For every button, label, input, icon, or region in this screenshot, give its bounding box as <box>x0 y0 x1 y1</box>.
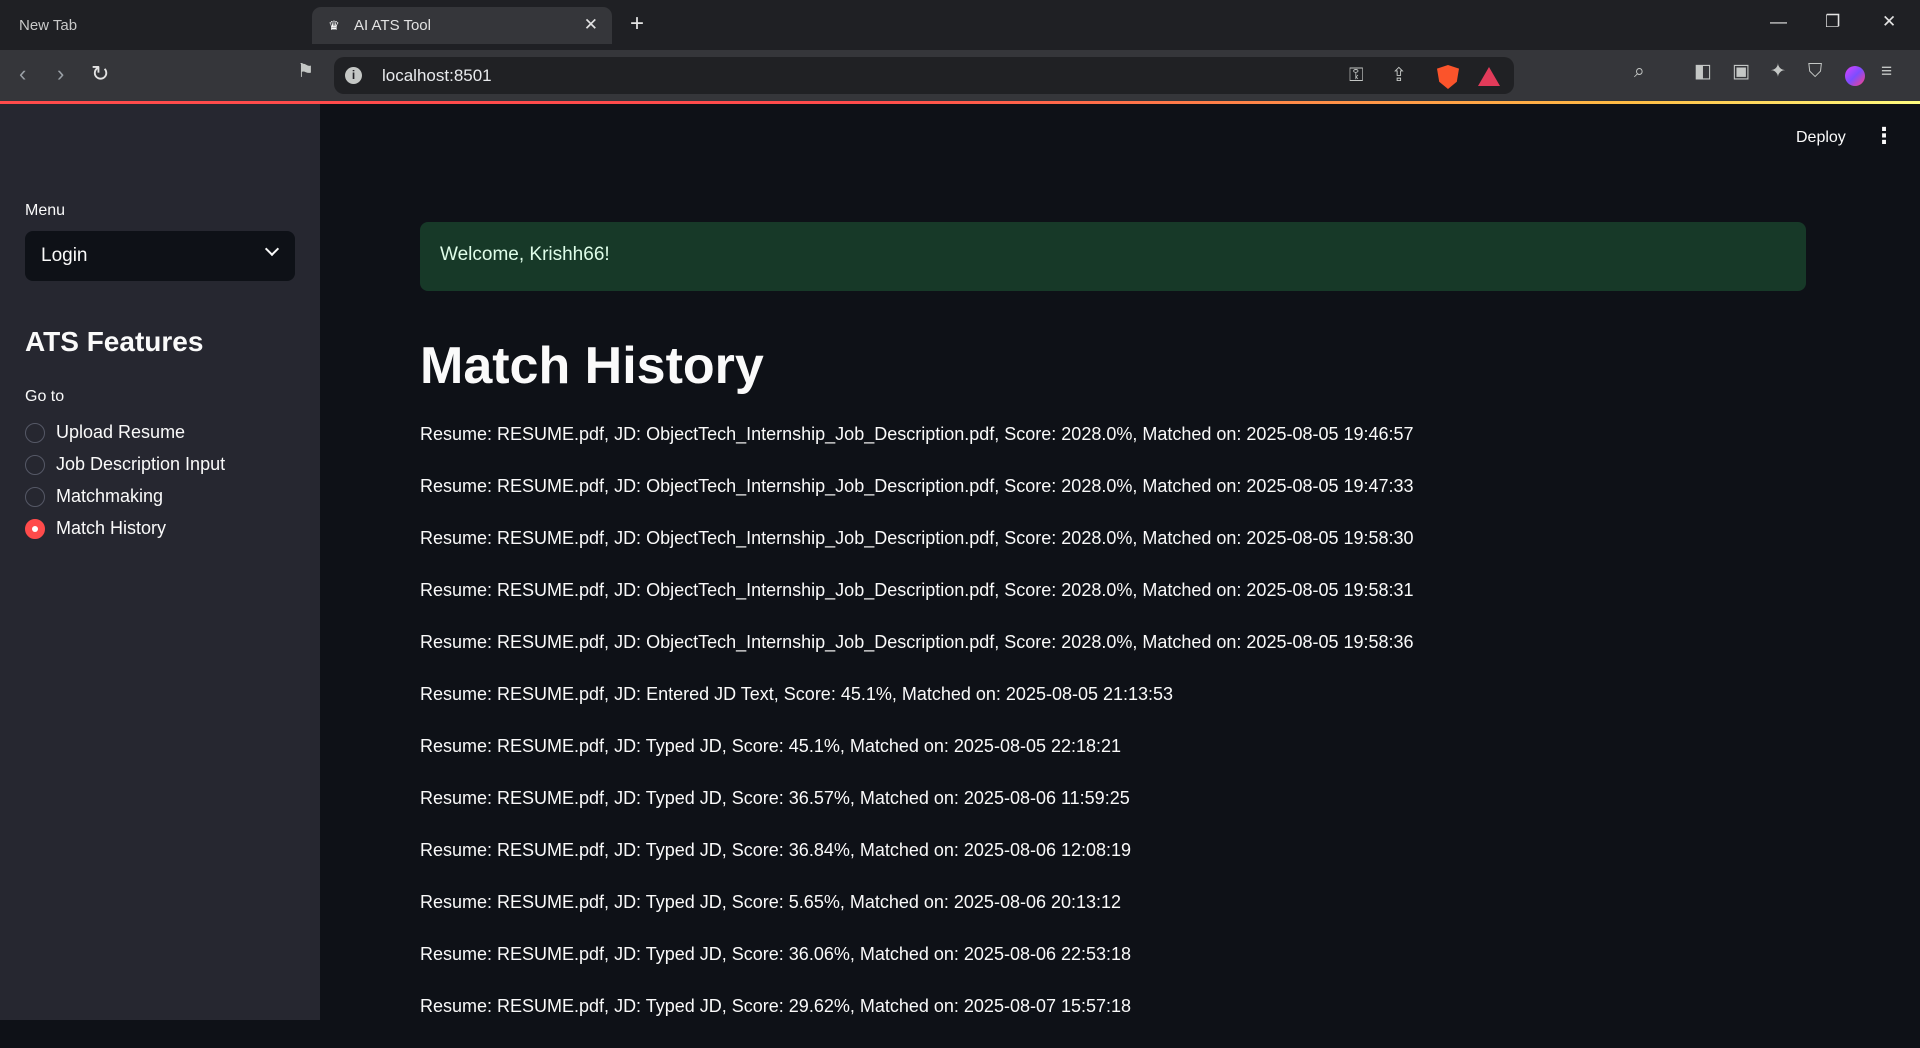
radio-circle[interactable] <box>25 486 45 507</box>
brave-rewards-icon[interactable] <box>1478 67 1500 86</box>
search-tabs-icon[interactable]: ⌕ <box>1634 61 1645 83</box>
browser-toolbar: ‹ › ↻ ⚑ i localhost:8501 ⚿ ⇪ ⌕ ◧ ▣ ✦ ⛉ ≡ <box>0 50 1920 101</box>
kebab-icon[interactable]: ⋮ <box>1873 124 1895 148</box>
welcome-text: Welcome, Krishh66! <box>440 244 610 265</box>
list-item: Resume: RESUME.pdf, JD: Typed JD, Score:… <box>420 840 1132 860</box>
back-icon[interactable]: ‹ <box>19 62 26 86</box>
plus-icon[interactable]: + <box>630 11 644 37</box>
info-icon[interactable]: i <box>345 67 362 84</box>
list-item: Resume: RESUME.pdf, JD: ObjectTech_Inter… <box>420 476 1414 496</box>
radio-label: Upload Resume <box>56 422 186 442</box>
radio-circle-selected[interactable] <box>25 518 45 539</box>
radio-label: Job Description Input <box>56 454 226 474</box>
streamlit-crown-icon: ♛ <box>328 17 340 33</box>
list-item: Resume: RESUME.pdf, JD: ObjectTech_Inter… <box>420 528 1414 548</box>
radio-upload-resume[interactable]: Upload Resume <box>25 422 185 443</box>
list-item: Resume: RESUME.pdf, JD: Typed JD, Score:… <box>420 944 1132 964</box>
main-content: Deploy ⋮ Welcome, Krishh66! Match Histor… <box>320 104 1920 1020</box>
vpn-icon[interactable]: ⛉ <box>1808 61 1822 83</box>
list-item: Resume: RESUME.pdf, JD: Entered JD Text,… <box>420 684 1174 704</box>
menu-icon[interactable]: ≡ <box>1881 61 1892 83</box>
list-item: Resume: RESUME.pdf, JD: Typed JD, Score:… <box>420 788 1130 808</box>
tab-label: New Tab <box>19 17 78 34</box>
radio-label: Matchmaking <box>56 486 164 506</box>
list-item: Resume: RESUME.pdf, JD: Typed JD, Score:… <box>420 996 1132 1016</box>
match-history-list: Resume: RESUME.pdf, JD: ObjectTech_Inter… <box>420 424 1414 1048</box>
list-item: Resume: RESUME.pdf, JD: ObjectTech_Inter… <box>420 580 1414 600</box>
radio-job-description-input[interactable]: Job Description Input <box>25 454 225 475</box>
list-item: Resume: RESUME.pdf, JD: ObjectTech_Inter… <box>420 632 1414 652</box>
address-bar[interactable]: i localhost:8501 ⚿ ⇪ <box>334 57 1514 94</box>
radio-circle[interactable] <box>25 422 45 443</box>
wallet-icon[interactable]: ▣ <box>1732 61 1750 83</box>
window-close-icon[interactable]: ✕ <box>1882 12 1896 32</box>
radio-match-history[interactable]: Match History <box>25 518 166 539</box>
leo-icon[interactable]: ✦ <box>1770 61 1786 83</box>
restore-icon[interactable]: ❐ <box>1825 12 1840 32</box>
tab-label: AI ATS Tool <box>354 17 431 34</box>
tab-ai-ats-tool[interactable]: ♛ AI ATS Tool ✕ <box>312 7 612 44</box>
radio-circle[interactable] <box>25 454 45 475</box>
list-item: Resume: RESUME.pdf, JD: Typed JD, Score:… <box>420 892 1122 912</box>
menu-label: Menu <box>25 202 66 219</box>
reload-icon[interactable]: ↻ <box>91 62 109 86</box>
menu-selected-value: Login <box>41 245 88 266</box>
sidebar-heading: ATS Features <box>25 326 204 357</box>
radio-label: Match History <box>56 518 167 538</box>
tab-new-tab[interactable]: New Tab <box>8 7 308 44</box>
menu-select[interactable]: Login <box>25 231 295 281</box>
url-text: localhost:8501 <box>382 66 492 85</box>
chevron-down-icon <box>264 241 280 257</box>
goto-label: Go to <box>25 388 65 405</box>
minimize-icon[interactable]: — <box>1770 12 1787 32</box>
list-item: Resume: RESUME.pdf, JD: ObjectTech_Inter… <box>420 424 1414 444</box>
welcome-alert: Welcome, Krishh66! <box>420 222 1806 291</box>
sidebar-icon[interactable]: ◧ <box>1694 61 1712 83</box>
forward-icon[interactable]: › <box>57 62 64 86</box>
list-item: Resume: RESUME.pdf, JD: Typed JD, Score:… <box>420 736 1122 756</box>
browser-tab-bar: New Tab ♛ AI ATS Tool ✕ + — ❐ ✕ <box>0 0 1920 50</box>
radio-matchmaking[interactable]: Matchmaking <box>25 486 163 507</box>
bookmark-icon[interactable]: ⚑ <box>297 61 314 83</box>
close-icon[interactable]: ✕ <box>584 16 598 34</box>
key-icon[interactable]: ⚿ <box>1349 65 1363 87</box>
share-icon[interactable]: ⇪ <box>1391 65 1407 87</box>
sidebar: Menu Login ATS Features Go to Upload Res… <box>0 104 320 1020</box>
page-title: Match History <box>420 337 764 395</box>
deploy-button[interactable]: Deploy <box>1796 129 1846 147</box>
profile-icon[interactable] <box>1845 66 1865 86</box>
